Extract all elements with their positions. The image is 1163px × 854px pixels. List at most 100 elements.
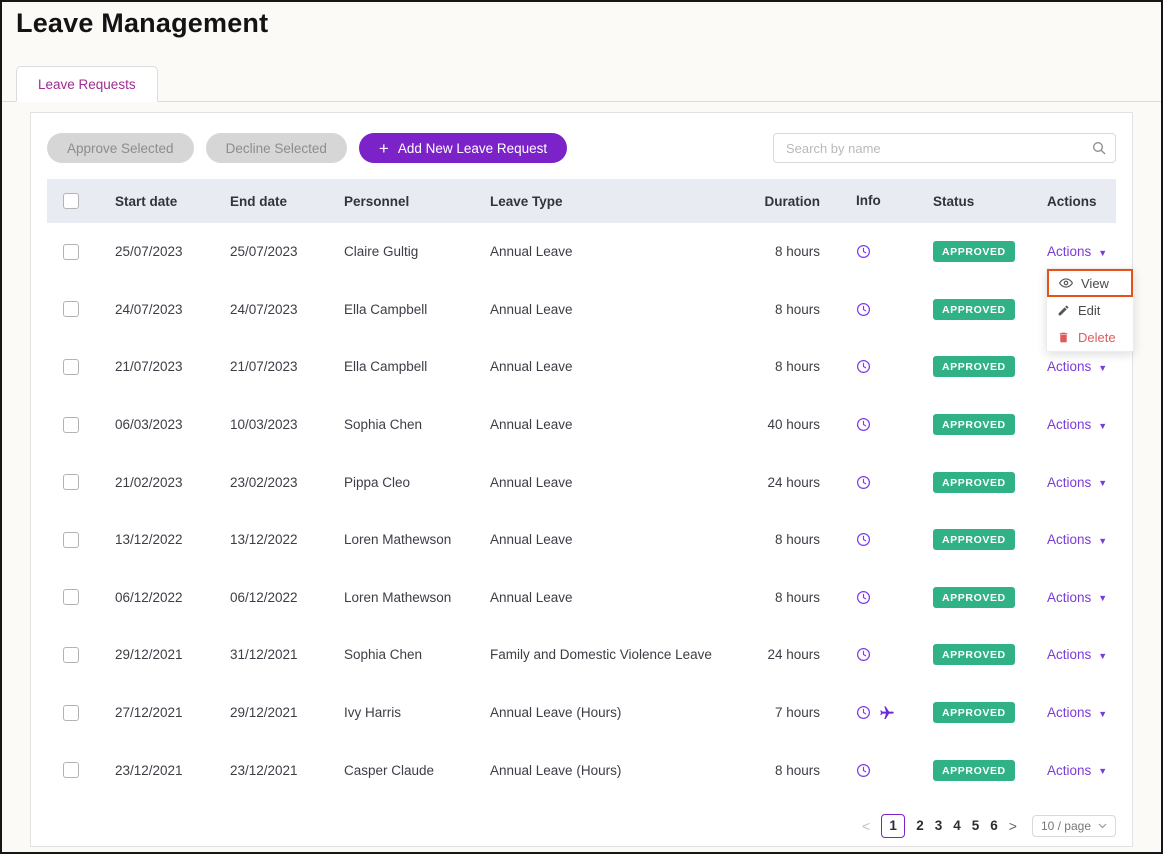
table-row: 29/12/2021 31/12/2021 Sophia Chen Family… [47, 626, 1116, 684]
page-title: Leave Management [16, 8, 268, 39]
pagination-next-button[interactable]: > [1009, 818, 1017, 834]
actions-button[interactable]: Actions ▼ [1047, 532, 1107, 547]
cell-leave-type: Annual Leave [490, 302, 752, 317]
status-badge: APPROVED [933, 702, 1015, 723]
row-checkbox[interactable] [63, 532, 79, 548]
table-row: 27/12/2021 29/12/2021 Ivy Harris Annual … [47, 684, 1116, 742]
status-badge: APPROVED [933, 760, 1015, 781]
status-badge: APPROVED [933, 644, 1015, 665]
row-checkbox[interactable] [63, 301, 79, 317]
cell-personnel: Casper Claude [344, 763, 490, 778]
cell-end-date: 25/07/2023 [230, 244, 344, 259]
status-badge: APPROVED [933, 587, 1015, 608]
actions-button[interactable]: Actions ▼ [1047, 417, 1107, 432]
row-checkbox[interactable] [63, 647, 79, 663]
eye-icon [1059, 276, 1073, 290]
row-checkbox[interactable] [63, 589, 79, 605]
chevron-down-icon: ▼ [1098, 246, 1107, 258]
actions-button[interactable]: Actions ▼ [1047, 763, 1107, 778]
page-number-2[interactable]: 2 [916, 818, 924, 833]
row-checkbox[interactable] [63, 244, 79, 260]
actions-button[interactable]: Actions ▼ [1047, 244, 1107, 259]
table-row: 06/12/2022 06/12/2022 Loren Mathewson An… [47, 569, 1116, 627]
cell-leave-type: Annual Leave [490, 359, 752, 374]
cell-leave-type: Family and Domestic Violence Leave [490, 647, 752, 662]
chevron-down-icon: ▼ [1098, 361, 1107, 373]
table-row: 24/07/2023 24/07/2023 Ella Campbell Annu… [47, 281, 1116, 339]
actions-button-label: Actions [1047, 590, 1091, 605]
actions-button[interactable]: Actions ▼ [1047, 647, 1107, 662]
row-checkbox[interactable] [63, 762, 79, 778]
status-badge: APPROVED [933, 356, 1015, 377]
toolbar: Approve Selected Decline Selected + Add … [47, 133, 1116, 163]
cell-info [832, 532, 907, 547]
page-number-3[interactable]: 3 [935, 818, 943, 833]
tab-leave-requests[interactable]: Leave Requests [16, 66, 158, 102]
cell-personnel: Loren Mathewson [344, 590, 490, 605]
row-checkbox[interactable] [63, 359, 79, 375]
chevron-down-icon: ▼ [1098, 764, 1107, 776]
plus-icon: + [379, 140, 389, 157]
cell-info [832, 359, 907, 374]
chevron-down-icon: ▼ [1098, 419, 1107, 431]
page-number-6[interactable]: 6 [990, 818, 998, 833]
select-all-checkbox[interactable] [63, 193, 79, 209]
cell-start-date: 29/12/2021 [115, 647, 230, 662]
cell-duration: 8 hours [752, 302, 832, 317]
clock-icon [856, 705, 871, 720]
cell-end-date: 31/12/2021 [230, 647, 344, 662]
dropdown-item-edit-label: Edit [1078, 304, 1100, 317]
decline-selected-button[interactable]: Decline Selected [206, 133, 347, 163]
cell-info [832, 763, 907, 778]
cell-info [832, 475, 907, 490]
actions-button[interactable]: Actions ▼ [1047, 705, 1107, 720]
chevron-down-icon: ▼ [1098, 707, 1107, 719]
chevron-down-icon: ▼ [1098, 476, 1107, 488]
cell-duration: 8 hours [752, 359, 832, 374]
cell-duration: 8 hours [752, 763, 832, 778]
page-number-1[interactable]: 1 [881, 814, 905, 838]
leave-requests-panel: Approve Selected Decline Selected + Add … [30, 112, 1133, 847]
cell-duration: 24 hours [752, 475, 832, 490]
clock-icon [856, 359, 871, 374]
dropdown-item-view[interactable]: View [1047, 269, 1133, 297]
cell-start-date: 24/07/2023 [115, 302, 230, 317]
actions-button-label: Actions [1047, 705, 1091, 720]
clock-icon [856, 244, 871, 259]
cell-end-date: 13/12/2022 [230, 532, 344, 547]
cell-end-date: 24/07/2023 [230, 302, 344, 317]
row-checkbox[interactable] [63, 705, 79, 721]
cell-info [832, 417, 907, 432]
cell-end-date: 06/12/2022 [230, 590, 344, 605]
pagination-prev-button[interactable]: < [862, 818, 870, 834]
dropdown-item-view-label: View [1081, 277, 1109, 290]
cell-info [832, 590, 907, 605]
page-number-5[interactable]: 5 [972, 818, 980, 833]
table-row: 25/07/2023 25/07/2023 Claire Gultig Annu… [47, 223, 1116, 281]
dropdown-item-edit[interactable]: Edit [1047, 297, 1133, 324]
clock-icon [856, 590, 871, 605]
status-badge: APPROVED [933, 472, 1015, 493]
actions-button-label: Actions [1047, 532, 1091, 547]
search-input[interactable] [773, 133, 1116, 163]
cell-personnel: Ivy Harris [344, 705, 490, 720]
table-row: 21/02/2023 23/02/2023 Pippa Cleo Annual … [47, 453, 1116, 511]
approve-selected-button[interactable]: Approve Selected [47, 133, 194, 163]
actions-button[interactable]: Actions ▼ [1047, 359, 1107, 374]
cell-duration: 24 hours [752, 647, 832, 662]
cell-personnel: Ella Campbell [344, 359, 490, 374]
actions-button[interactable]: Actions ▼ [1047, 590, 1107, 605]
page-number-4[interactable]: 4 [953, 818, 961, 833]
search-icon [1091, 140, 1107, 156]
actions-button[interactable]: Actions ▼ [1047, 475, 1107, 490]
status-badge: APPROVED [933, 299, 1015, 320]
row-checkbox[interactable] [63, 474, 79, 490]
add-new-leave-request-button[interactable]: + Add New Leave Request [359, 133, 567, 163]
chevron-down-icon: ▼ [1098, 534, 1107, 546]
page-size-select[interactable]: 10 / page [1032, 815, 1116, 837]
decline-selected-label: Decline Selected [226, 141, 327, 156]
dropdown-item-delete[interactable]: Delete [1047, 324, 1133, 351]
table-body: 25/07/2023 25/07/2023 Claire Gultig Annu… [47, 223, 1116, 799]
row-checkbox[interactable] [63, 417, 79, 433]
actions-button-label: Actions [1047, 647, 1091, 662]
